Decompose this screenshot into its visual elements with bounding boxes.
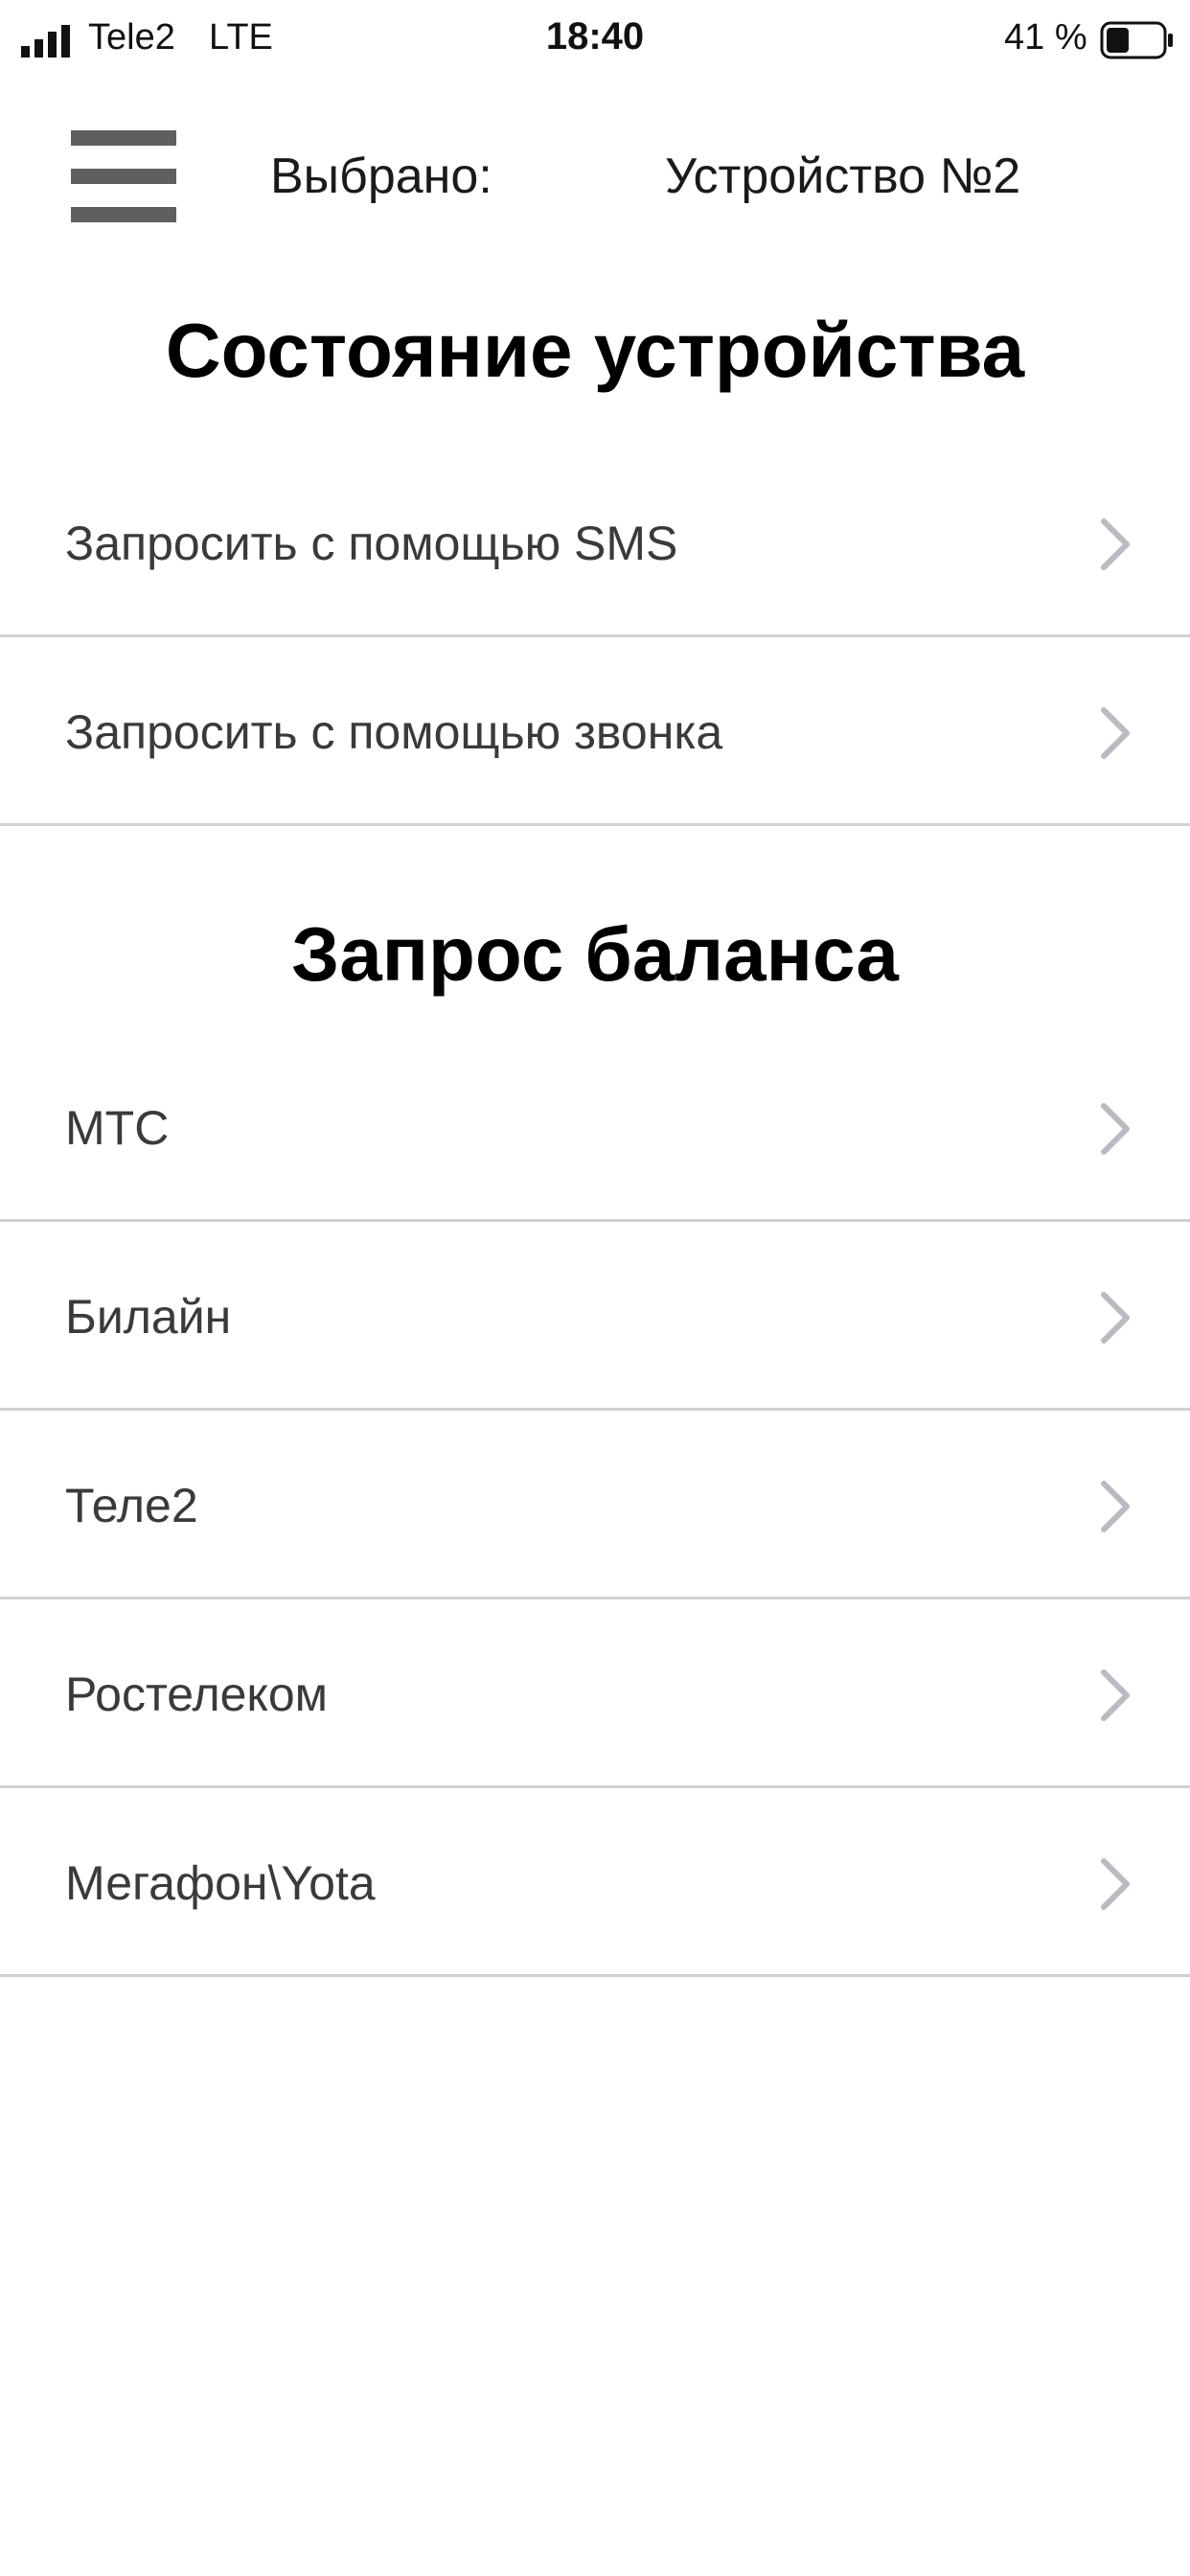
list-item-beeline[interactable]: Билайн	[0, 1222, 1190, 1411]
chevron-right-icon	[1101, 1103, 1130, 1155]
list-item-request-call[interactable]: Запросить с помощью звонка	[0, 637, 1190, 826]
list-item-label: Мегафон\Yota	[65, 1856, 376, 1910]
menu-line	[71, 130, 176, 146]
list-item-label: Запросить с помощью звонка	[65, 705, 723, 759]
menu-line	[71, 207, 176, 222]
app-header: Выбрано: Устройство №2	[0, 115, 1190, 240]
chevron-right-icon	[1101, 1481, 1130, 1532]
chevron-right-icon	[1101, 707, 1130, 759]
section-title-device-state: Состояние устройства	[165, 308, 1025, 393]
battery-icon	[1100, 21, 1173, 59]
status-bar: Tele2 LTE 18:40 41 %	[0, 0, 1190, 86]
section-title-balance: Запрос баланса	[291, 911, 899, 997]
chevron-right-icon	[1101, 1858, 1130, 1910]
chevron-right-icon	[1101, 1669, 1130, 1721]
list-item-label: Ростелеком	[65, 1668, 329, 1721]
battery-percent: 41 %	[1004, 17, 1087, 58]
chevron-right-icon	[1101, 1292, 1130, 1344]
list-item-label: Билайн	[65, 1290, 232, 1344]
selected-device[interactable]: Устройство №2	[665, 148, 1020, 205]
balance-list: МТС Билайн Теле2 Ростелеком Мегафон\Yota	[0, 1033, 1190, 1977]
list-item-mts[interactable]: МТС	[0, 1033, 1190, 1222]
list-item-megafon-yota[interactable]: Мегафон\Yota	[0, 1788, 1190, 1977]
menu-line	[71, 169, 176, 184]
list-item-label: Теле2	[65, 1479, 198, 1532]
selected-label: Выбрано:	[270, 149, 492, 204]
list-item-request-sms[interactable]: Запросить с помощью SMS	[0, 448, 1190, 637]
list-item-tele2[interactable]: Теле2	[0, 1411, 1190, 1599]
device-state-list: Запросить с помощью SMS Запросить с помо…	[0, 448, 1190, 826]
list-item-label: Запросить с помощью SMS	[65, 517, 678, 570]
list-item-rostelecom[interactable]: Ростелеком	[0, 1599, 1190, 1788]
list-item-label: МТС	[65, 1101, 170, 1155]
hamburger-menu-icon[interactable]	[71, 125, 176, 230]
chevron-right-icon	[1101, 518, 1130, 570]
